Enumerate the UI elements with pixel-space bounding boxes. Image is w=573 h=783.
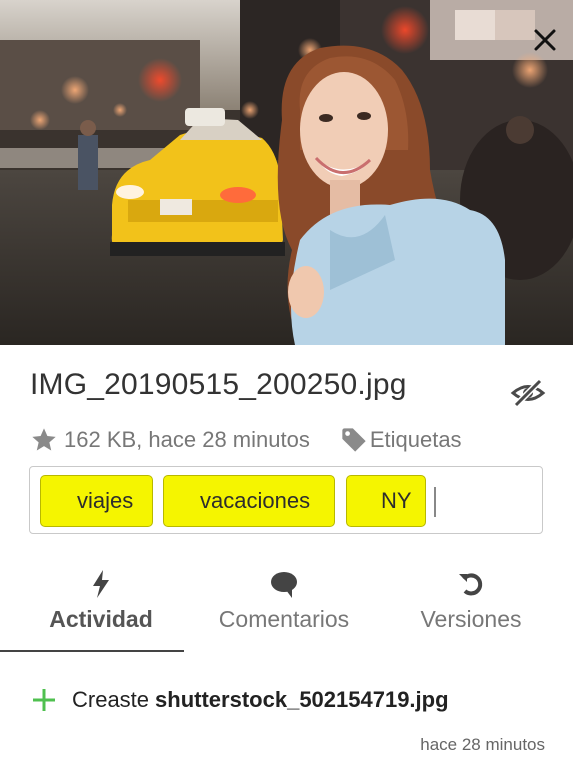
- plus-icon: [33, 689, 55, 711]
- file-name: IMG_20190515_200250.jpg: [30, 368, 407, 401]
- tab-versiones-label: Versiones: [420, 606, 522, 632]
- active-tab-indicator: [0, 650, 184, 652]
- tab-comentarios[interactable]: Comentarios: [200, 568, 368, 654]
- comment-icon: [271, 572, 297, 598]
- close-icon: [534, 29, 556, 51]
- tags-link[interactable]: Etiquetas: [370, 427, 462, 453]
- activity-file-name[interactable]: shutterstock_502154719.jpg: [155, 687, 449, 713]
- tag-chip-ny[interactable]: NY: [346, 475, 426, 527]
- star-icon[interactable]: [30, 426, 58, 454]
- tags-input[interactable]: viajes vacaciones NY: [29, 466, 543, 534]
- text-cursor: [434, 487, 436, 517]
- activity-timestamp: hace 28 minutos: [420, 735, 545, 754]
- preview-photo-graphic: [0, 0, 573, 345]
- history-icon: [459, 573, 483, 596]
- tab-actividad[interactable]: Actividad: [20, 568, 182, 654]
- tab-comentarios-label: Comentarios: [218, 606, 350, 632]
- tab-actividad-label: Actividad: [49, 606, 153, 632]
- activity-action: Creaste: [72, 687, 150, 712]
- tag-chip-viajes[interactable]: viajes: [40, 475, 153, 527]
- activity-item: Creaste shutterstock_502154719.jpg: [28, 684, 449, 716]
- file-meta-row: 162 KB, hace 28 minutos Etiquetas: [30, 424, 462, 456]
- eye-off-icon: [510, 378, 546, 408]
- tag-icon: [342, 428, 366, 452]
- tab-versiones[interactable]: Versiones: [398, 568, 544, 654]
- close-button[interactable]: [531, 26, 559, 54]
- file-preview-image: [0, 0, 573, 345]
- flash-icon: [93, 570, 109, 598]
- hide-toggle-button[interactable]: [510, 378, 546, 408]
- file-meta-text: 162 KB, hace 28 minutos: [64, 427, 310, 452]
- tag-chip-vacaciones[interactable]: vacaciones: [163, 475, 335, 527]
